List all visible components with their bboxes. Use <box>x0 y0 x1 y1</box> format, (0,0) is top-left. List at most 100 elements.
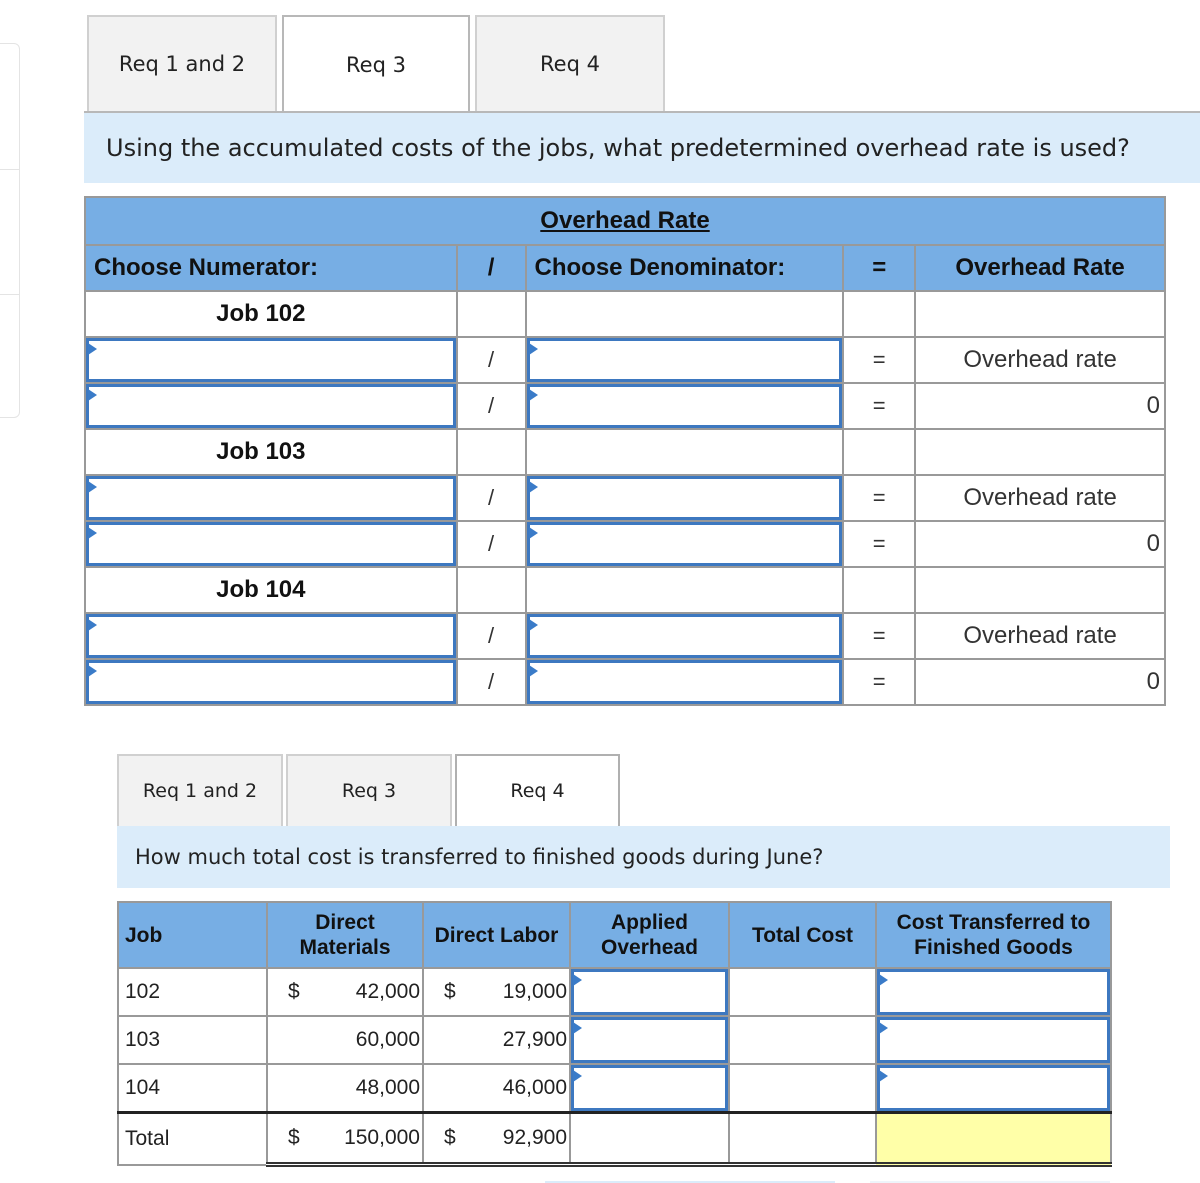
divide-operator: / <box>455 658 527 706</box>
empty-cell <box>914 566 1166 614</box>
side-panel-divider <box>0 169 19 170</box>
job-number: 102 <box>117 967 268 1017</box>
dropdown-flag-icon <box>528 481 538 493</box>
applied-overhead-input[interactable] <box>571 1065 728 1111</box>
tab-req-3[interactable]: Req 3 <box>286 754 452 826</box>
table-row: 104 48,000 46,000 <box>117 1063 1112 1114</box>
cost-transfer-table: Job Direct Materials Direct Labor Applie… <box>117 901 1112 1167</box>
empty-cell <box>914 428 1166 476</box>
result-value: 0 <box>914 520 1166 568</box>
transferred-input[interactable] <box>877 969 1110 1015</box>
dropdown-flag-icon <box>88 343 97 355</box>
numerator-dropdown[interactable] <box>86 476 456 520</box>
empty-cell <box>842 290 917 338</box>
tab-req-4[interactable]: Req 4 <box>455 754 620 826</box>
header-numerator: Choose Numerator: <box>84 244 458 292</box>
tab-req-1-and-2[interactable]: Req 1 and 2 <box>117 754 283 826</box>
numerator-cell <box>84 474 458 522</box>
direct-labor-cell: 46,000 <box>422 1063 571 1114</box>
transferred-input[interactable] <box>877 1065 1110 1111</box>
numerator-cell <box>84 520 458 568</box>
result-value: 0 <box>914 382 1166 430</box>
numerator-input[interactable] <box>86 522 456 566</box>
numerator-dropdown[interactable] <box>86 338 456 382</box>
question-text: How much total cost is transferred to fi… <box>117 826 1170 888</box>
dropdown-flag-icon <box>528 343 538 355</box>
direct-labor-cell: $19,000 <box>422 967 571 1017</box>
side-panel-divider <box>0 294 19 295</box>
header-applied-overhead: Applied Overhead <box>569 901 730 969</box>
rate-row: / = 0 <box>84 520 1166 568</box>
equals-operator: = <box>842 336 917 384</box>
empty-cell <box>914 290 1166 338</box>
job-label-text: Job 102 <box>216 300 306 327</box>
total-applied-overhead <box>569 1111 730 1167</box>
total-row: Total $150,000 $92,900 <box>117 1111 1112 1167</box>
direct-materials-value: 60,000 <box>355 1028 420 1051</box>
direct-labor-cell: 27,900 <box>422 1015 571 1065</box>
header-denominator: Choose Denominator: <box>524 244 845 292</box>
input-flag-icon <box>879 1022 888 1034</box>
denominator-cell <box>524 474 845 522</box>
currency-symbol: $ <box>288 1126 300 1149</box>
currency-symbol: $ <box>444 1126 456 1149</box>
rate-row: / = 0 <box>84 382 1166 430</box>
denominator-input[interactable] <box>526 384 843 428</box>
header-divide: / <box>455 244 527 292</box>
transferred-input[interactable] <box>877 1017 1110 1063</box>
denominator-cell <box>524 658 845 706</box>
total-cost-cell <box>728 1015 877 1065</box>
numerator-input[interactable] <box>86 660 456 704</box>
applied-overhead-cell <box>569 967 730 1017</box>
input-flag-icon <box>879 1070 888 1082</box>
direct-materials-value: 48,000 <box>355 1076 420 1099</box>
job-label-text: Job 103 <box>216 438 306 465</box>
equals-operator: = <box>842 520 917 568</box>
numerator-cell <box>84 336 458 384</box>
direct-labor-value: 19,000 <box>502 980 567 1003</box>
divide-operator: / <box>455 612 527 660</box>
input-flag-icon <box>88 665 97 677</box>
denominator-input[interactable] <box>526 660 843 704</box>
dropdown-flag-icon <box>88 619 97 631</box>
rate-row: / = 0 <box>84 658 1166 706</box>
header-job: Job <box>117 901 268 969</box>
total-direct-labor-cell: $92,900 <box>422 1111 571 1167</box>
empty-cell <box>455 566 527 614</box>
input-flag-icon <box>573 974 582 986</box>
total-cost-cell <box>728 1063 877 1114</box>
denominator-input[interactable] <box>526 522 843 566</box>
divide-operator: / <box>455 474 527 522</box>
divide-operator: / <box>455 520 527 568</box>
equals-operator: = <box>842 382 917 430</box>
empty-cell <box>455 428 527 476</box>
tab-req-4[interactable]: Req 4 <box>475 15 665 111</box>
denominator-cell <box>524 520 845 568</box>
tab-req-1-and-2[interactable]: Req 1 and 2 <box>87 15 277 111</box>
header-row: Job Direct Materials Direct Labor Applie… <box>117 901 1112 969</box>
applied-overhead-input[interactable] <box>571 969 728 1015</box>
job-label-row: Job 102 <box>84 290 1166 338</box>
numerator-cell <box>84 658 458 706</box>
applied-overhead-input[interactable] <box>571 1017 728 1063</box>
numerator-input[interactable] <box>86 384 456 428</box>
rate-row: / = Overhead rate <box>84 612 1166 660</box>
tab-req-3[interactable]: Req 3 <box>282 15 470 112</box>
empty-cell <box>524 566 845 614</box>
total-direct-materials-value: 150,000 <box>344 1126 420 1149</box>
total-label: Total <box>117 1111 268 1166</box>
denominator-dropdown[interactable] <box>526 476 843 520</box>
input-flag-icon <box>573 1022 582 1034</box>
empty-cell <box>842 428 917 476</box>
input-flag-icon <box>879 974 888 986</box>
numerator-dropdown[interactable] <box>86 614 456 658</box>
requirement-tabs: Req 1 and 2 Req 3 Req 4 <box>117 754 623 826</box>
empty-cell <box>524 290 845 338</box>
table-row: 103 60,000 27,900 <box>117 1015 1112 1065</box>
empty-cell <box>524 428 845 476</box>
denominator-dropdown[interactable] <box>526 614 843 658</box>
input-flag-icon <box>573 1070 582 1082</box>
denominator-dropdown[interactable] <box>526 338 843 382</box>
transferred-cell <box>875 1063 1112 1114</box>
table-title-row: Overhead Rate <box>84 196 1166 246</box>
